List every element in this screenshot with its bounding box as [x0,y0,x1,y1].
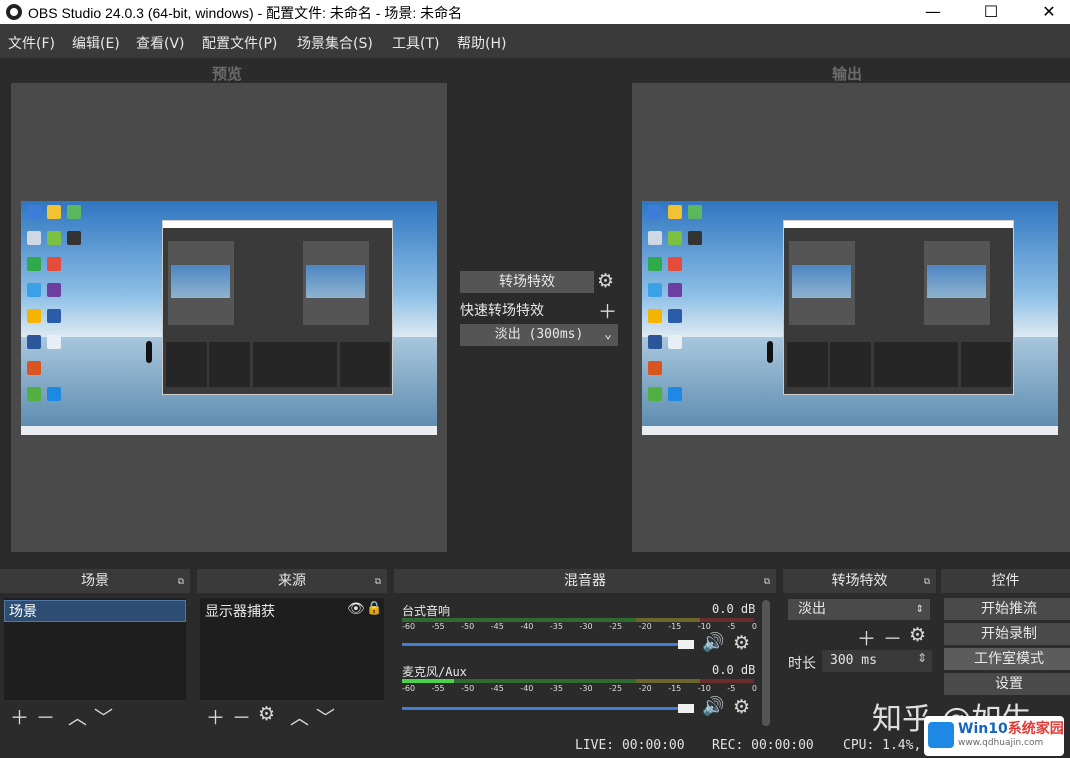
cpu-status: CPU: 1.4%, [843,738,922,753]
chevron-down-icon: ⌄ [604,327,612,342]
studio-mode-button[interactable]: 工作室模式 [944,648,1070,670]
meter-scale: -60 -55 -50 -45 -40 -35 -30 -25 -20 -15 -10 -5 0 [402,684,757,693]
transition-gear-icon[interactable]: ⚙ [597,270,614,292]
controls-dock-title: 控件 [941,569,1070,593]
transition-properties-gear-icon[interactable]: ⚙ [909,624,926,646]
menu-help[interactable]: 帮助(H) [457,33,506,53]
volume-slider-thumb[interactable] [678,704,694,713]
speaker-icon[interactable]: 🔊 [702,696,724,717]
close-button[interactable]: ✕ [1020,0,1070,24]
duration-label: 时长 [788,656,816,672]
menu-scene-collection[interactable]: 场景集合(S) [297,33,373,53]
maximize-button[interactable]: ☐ [962,0,1020,24]
remove-source-icon[interactable]: － [232,703,251,730]
sources-dock-label: 来源 [278,573,306,589]
logo-url: www.qdhuajin.com [958,738,1044,748]
channel-meter-red [700,679,754,683]
updown-icon[interactable]: ⇕ [917,651,927,665]
program-canvas[interactable] [632,83,1070,552]
updown-icon: ⇕ [915,604,924,615]
float-icon[interactable]: ⧉ [178,570,184,594]
move-up-icon[interactable]: ︿ [68,703,87,730]
preview-screen-capture [21,201,437,435]
visibility-eye-icon[interactable]: 👁 [347,601,365,617]
windows-logo-icon [928,722,954,748]
site-logo: Win10系统家园 www.qdhuajin.com [924,716,1064,756]
start-streaming-button[interactable]: 开始推流 [944,598,1070,620]
channel-meter-yellow [636,679,700,683]
menu-tools[interactable]: 工具(T) [392,33,439,53]
transition-select[interactable]: 淡出 ⇕ [788,599,930,620]
lock-icon[interactable]: 🔒 [366,601,382,616]
scene-item[interactable]: 场景 [4,600,186,622]
add-scene-icon[interactable]: ＋ [10,703,29,730]
transition-select-value: 淡出 [798,601,826,617]
transitions-dock-label: 转场特效 [831,573,888,589]
channel-name: 麦克风/Aux [402,665,467,679]
logo-brand: Win10系统家园 [958,721,1064,737]
menu-file[interactable]: 文件(F) [8,33,55,53]
add-source-icon[interactable]: ＋ [206,703,225,730]
duration-input[interactable]: 300 ms [822,650,932,672]
preview-canvas[interactable] [11,83,447,552]
source-item[interactable]: 显示器捕获 [205,601,275,621]
program-screen-capture [642,201,1058,435]
mixer-dock-title: 混音器 ⧉ [394,569,776,593]
mixer-scrollbar[interactable] [762,600,770,726]
move-down-icon[interactable]: ﹀ [316,703,335,730]
channel-gear-icon[interactable]: ⚙ [733,696,750,718]
settings-button[interactable]: 设置 [944,673,1070,695]
channel-meter-level [402,679,454,683]
menu-bar: 文件(F) 编辑(E) 查看(V) 配置文件(P) 场景集合(S) 工具(T) … [0,24,1070,58]
obs-logo-icon [6,4,22,20]
float-icon[interactable]: ⧉ [924,570,930,594]
window-title: OBS Studio 24.0.3 (64-bit, windows) - 配置… [28,5,463,21]
move-down-icon[interactable]: ﹀ [94,703,113,730]
controls-dock-label: 控件 [991,573,1020,589]
volume-slider-thumb[interactable] [678,640,694,649]
remove-transition-icon[interactable]: － [883,624,902,651]
remove-scene-icon[interactable]: － [36,703,55,730]
scenes-dock-label: 场景 [81,573,109,589]
channel-db: 0.0 dB [712,663,756,677]
menu-view[interactable]: 查看(V) [136,33,185,53]
sources-dock-title: 来源 ⧉ [197,569,387,593]
quick-transition-select[interactable]: 淡出 (300ms) ⌄ [460,324,618,346]
move-up-icon[interactable]: ︿ [290,703,309,730]
meter-scale: -60 -55 -50 -45 -40 -35 -30 -25 -20 -15 -10 -5 0 [402,622,757,631]
rec-status: REC: 00:00:00 [712,738,814,753]
add-quick-transition-icon[interactable]: ＋ [598,297,617,324]
add-transition-icon[interactable]: ＋ [857,624,876,651]
live-status: LIVE: 00:00:00 [575,738,685,753]
channel-name: 台式音响 [402,604,451,618]
channel-db: 0.0 dB [712,602,756,616]
menu-profile[interactable]: 配置文件(P) [202,33,277,53]
volume-slider[interactable] [402,707,682,710]
output-label: 输出 [832,65,863,83]
speaker-icon[interactable]: 🔊 [702,632,724,653]
transitions-dock-title: 转场特效 ⧉ [783,569,936,593]
menu-edit[interactable]: 编辑(E) [72,33,120,53]
source-properties-gear-icon[interactable]: ⚙ [258,703,275,725]
transition-button[interactable]: 转场特效 [460,271,594,293]
volume-slider[interactable] [402,643,682,646]
mixer-dock-label: 混音器 [564,573,606,589]
title-bar: OBS Studio 24.0.3 (64-bit, windows) - 配置… [0,0,1070,24]
minimize-button[interactable]: — [904,0,962,24]
scenes-dock-title: 场景 ⧉ [0,569,190,593]
float-icon[interactable]: ⧉ [375,570,381,594]
quick-transition-value: 淡出 (300ms) [494,327,584,342]
quick-transitions-label: 快速转场特效 [460,303,544,319]
start-recording-button[interactable]: 开始录制 [944,623,1070,645]
float-icon[interactable]: ⧉ [764,570,770,594]
preview-label: 预览 [212,65,243,83]
channel-gear-icon[interactable]: ⚙ [733,632,750,654]
